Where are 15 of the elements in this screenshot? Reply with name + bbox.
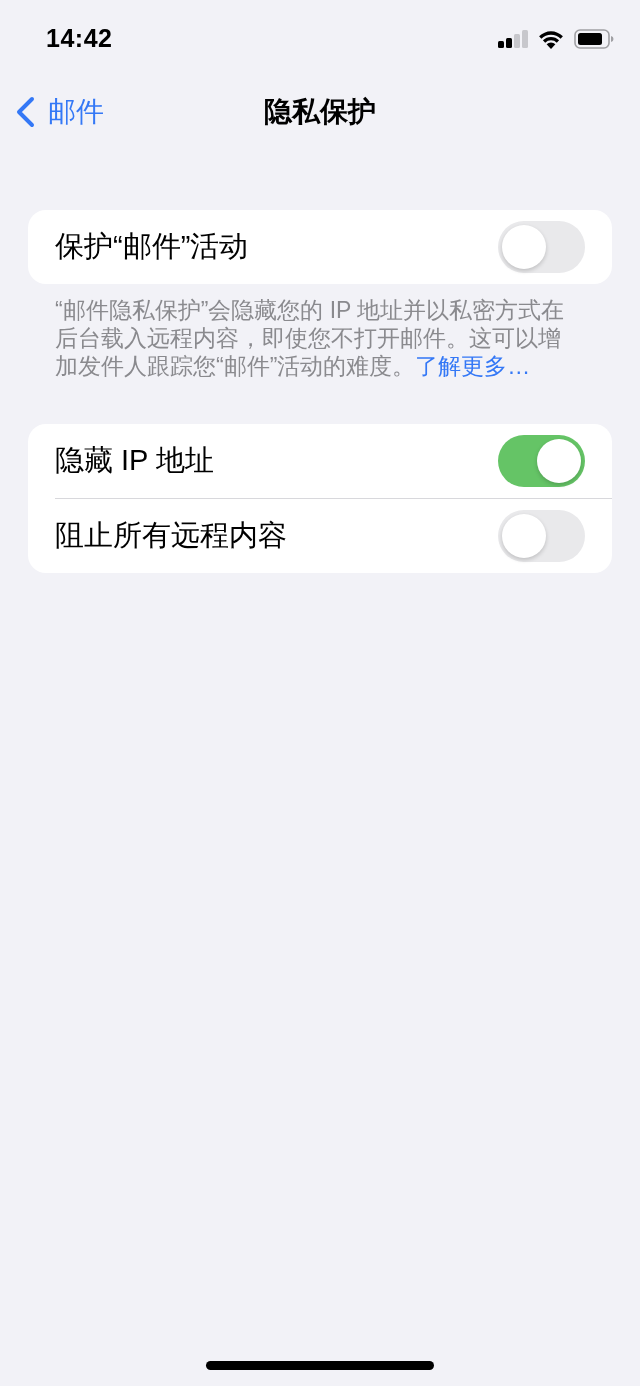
toggle-switch[interactable] (498, 221, 585, 273)
wifi-icon (537, 29, 565, 49)
back-button[interactable]: 邮件 (0, 91, 104, 133)
page-title: 隐私保护 (264, 95, 376, 129)
footer-note: “邮件隐私保护”会隐藏您的 IP 地址并以私密方式在后台载入远程内容，即使您不打开邮件。这可以增加发件人跟踪您“邮件”活动的难度。了解更多… (55, 296, 566, 380)
toggle-switch[interactable] (498, 435, 585, 487)
learn-more-link[interactable]: 了解更多… (415, 353, 531, 379)
setting-label: 保护“邮件”活动 (55, 229, 249, 265)
toggle-switch[interactable] (498, 510, 585, 562)
setting-label: 隐藏 IP 地址 (55, 443, 214, 479)
back-chevron-icon (15, 96, 35, 128)
signal-icon (498, 30, 528, 48)
battery-icon (574, 29, 614, 49)
setting-label: 阻止所有远程内容 (55, 518, 287, 554)
status-time: 14:42 (46, 23, 113, 55)
